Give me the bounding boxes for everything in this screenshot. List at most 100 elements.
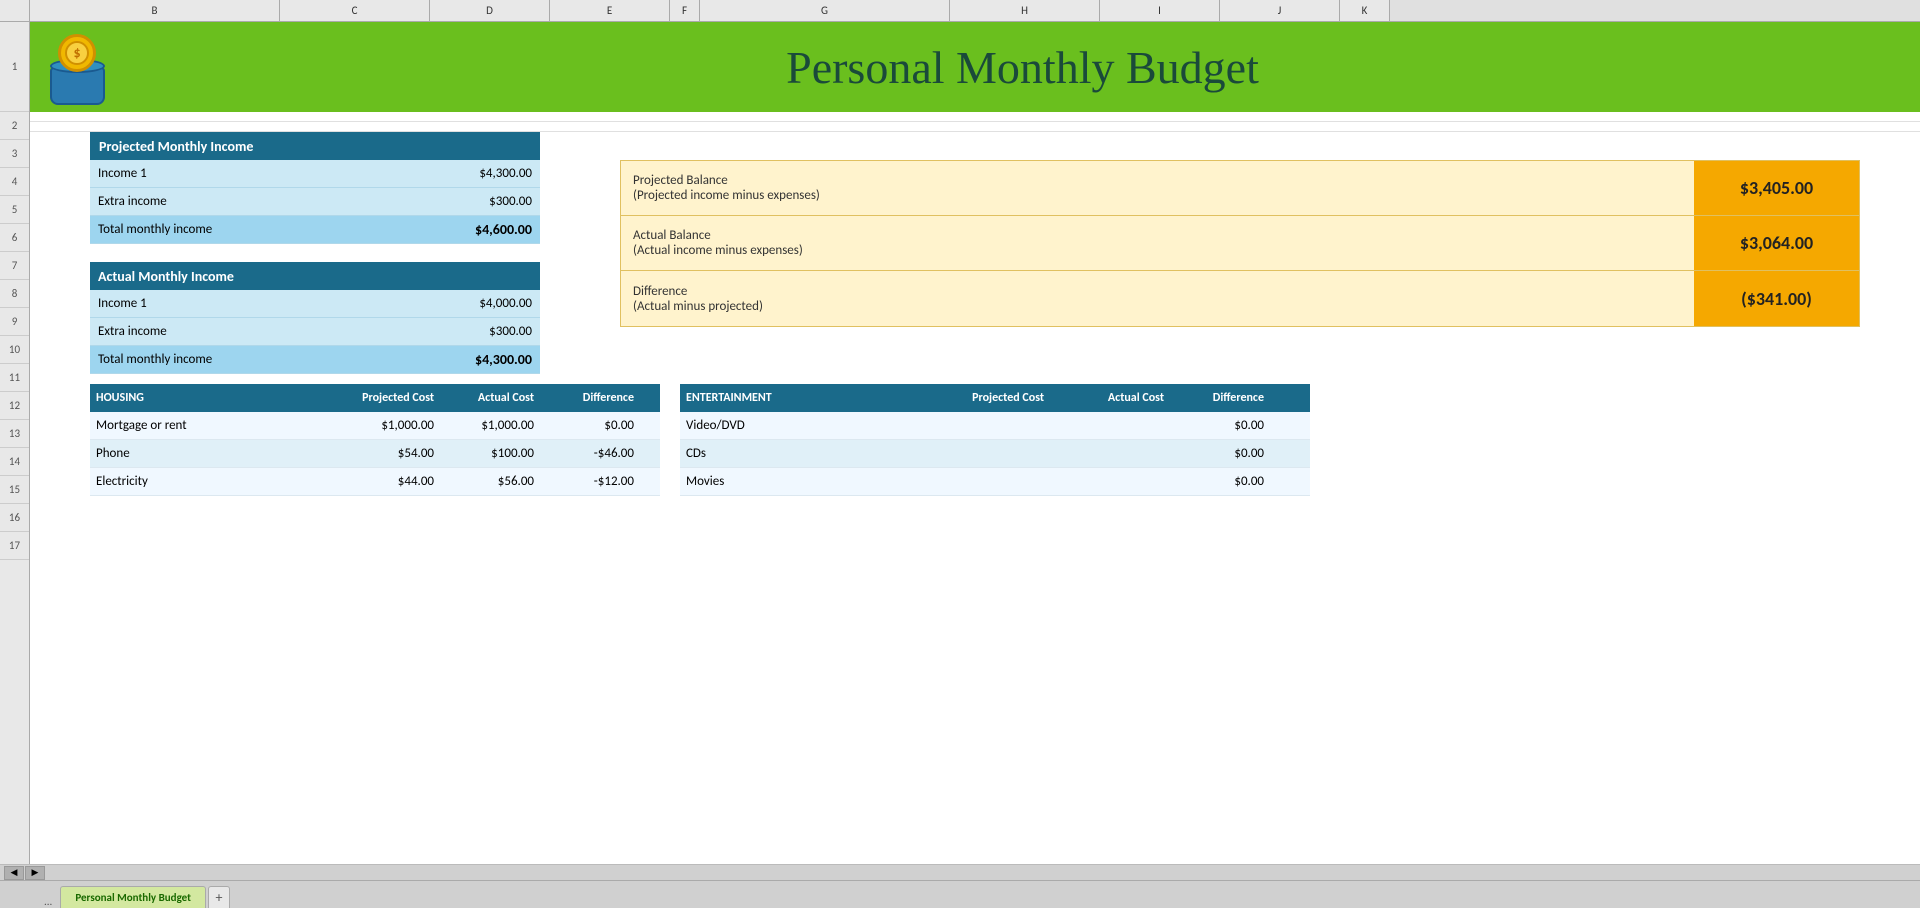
housing-label-0: Mortgage or rent xyxy=(90,412,330,439)
row-1: 1 xyxy=(0,22,29,112)
difference-label: Difference (Actual minus projected) xyxy=(621,271,1694,326)
housing-actual-2: $56.00 xyxy=(440,468,540,495)
entertainment-table: ENTERTAINMENT Projected Cost Actual Cost… xyxy=(680,384,1310,496)
ent-col-diff: Difference xyxy=(1170,384,1270,412)
act-extra-value: $300.00 xyxy=(410,318,540,345)
housing-row-1[interactable]: Phone $54.00 $100.00 -$46.00 xyxy=(90,440,660,468)
scroll-left-btn[interactable]: ◀ xyxy=(4,866,24,880)
actual-income-total-row[interactable]: Total monthly income $4,300.00 xyxy=(90,346,540,374)
actual-balance-label: Actual Balance (Actual income minus expe… xyxy=(621,216,1694,270)
projected-income-row-0[interactable]: Income 1 $4,300.00 xyxy=(90,160,540,188)
housing-diff-1: -$46.00 xyxy=(540,440,640,467)
housing-actual-1: $100.00 xyxy=(440,440,540,467)
housing-label-2: Electricity xyxy=(90,468,330,495)
col-header-f[interactable]: F xyxy=(670,0,700,21)
act-total-value: $4,300.00 xyxy=(410,346,540,373)
panel-gap xyxy=(540,132,620,374)
housing-proj-0: $1,000.00 xyxy=(330,412,440,439)
entertainment-title: ENTERTAINMENT xyxy=(680,384,920,412)
corner-cell xyxy=(0,0,30,21)
ent-actual-1 xyxy=(1050,440,1170,467)
row-17: 17 xyxy=(0,532,29,560)
actual-balance-value: $3,064.00 xyxy=(1694,216,1859,270)
row-11: 11 xyxy=(0,364,29,392)
col-header-g[interactable]: G xyxy=(700,0,950,21)
proj-extra-value: $300.00 xyxy=(410,188,540,215)
proj-income-1-value: $4,300.00 xyxy=(410,160,540,187)
col-header-k[interactable]: K xyxy=(1340,0,1390,21)
col-header-e[interactable]: E xyxy=(550,0,670,21)
housing-diff-0: $0.00 xyxy=(540,412,640,439)
act-income-1-value: $4,000.00 xyxy=(410,290,540,317)
ent-diff-2: $0.00 xyxy=(1170,468,1270,495)
coin-icon: $ xyxy=(40,30,115,105)
tab-personal-monthly-budget[interactable]: Personal Monthly Budget xyxy=(60,886,206,908)
tab-add-button[interactable]: + xyxy=(208,886,230,908)
row-5: 5 xyxy=(0,196,29,224)
spreadsheet: B C D E F G H I J K 1 2 3 4 5 6 7 8 9 10… xyxy=(0,0,1920,908)
row-15: 15 xyxy=(0,476,29,504)
proj-extra-label: Extra income xyxy=(90,188,410,215)
actual-income-row-1[interactable]: Extra income $300.00 xyxy=(90,318,540,346)
row-13: 13 xyxy=(0,420,29,448)
projected-income-total-row[interactable]: Total monthly income $4,600.00 xyxy=(90,216,540,244)
proj-income-1-label: Income 1 xyxy=(90,160,410,187)
housing-actual-0: $1,000.00 xyxy=(440,412,540,439)
projected-balance-value: $3,405.00 xyxy=(1694,161,1859,215)
actual-income-header: Actual Monthly Income xyxy=(90,262,540,290)
right-panel: Projected Balance (Projected income minu… xyxy=(620,160,1860,374)
row-numbers: 1 2 3 4 5 6 7 8 9 10 11 12 13 14 15 16 1… xyxy=(0,22,30,864)
col-header-b[interactable]: B xyxy=(30,0,280,21)
projected-income-row-1[interactable]: Extra income $300.00 xyxy=(90,188,540,216)
act-income-1-label: Income 1 xyxy=(90,290,410,317)
tab-bar: ... Personal Monthly Budget + xyxy=(0,880,1920,908)
housing-col-actual: Actual Cost xyxy=(440,384,540,412)
housing-proj-2: $44.00 xyxy=(330,468,440,495)
row-7: 7 xyxy=(0,252,29,280)
col-header-h[interactable]: H xyxy=(950,0,1100,21)
income-spacer xyxy=(90,244,540,262)
projected-income-section: Projected Monthly Income Income 1 $4,300… xyxy=(90,132,540,244)
housing-row-2[interactable]: Electricity $44.00 $56.00 -$12.00 xyxy=(90,468,660,496)
housing-label-1: Phone xyxy=(90,440,330,467)
housing-proj-1: $54.00 xyxy=(330,440,440,467)
ent-label-0: Video/DVD xyxy=(680,412,920,439)
tab-ellipsis[interactable]: ... xyxy=(40,895,56,908)
col-header-j[interactable]: J xyxy=(1220,0,1340,21)
col-header-d[interactable]: D xyxy=(430,0,550,21)
act-extra-label: Extra income xyxy=(90,318,410,345)
difference-row[interactable]: Difference (Actual minus projected) ($34… xyxy=(621,271,1859,326)
col-header-c[interactable]: C xyxy=(280,0,430,21)
row-3-spacer xyxy=(30,122,1920,132)
filler-area xyxy=(30,496,1920,864)
ent-row-1[interactable]: CDs $0.00 xyxy=(680,440,1310,468)
ent-actual-0 xyxy=(1050,412,1170,439)
row-12: 12 xyxy=(0,392,29,420)
main-panels: Projected Monthly Income Income 1 $4,300… xyxy=(30,132,1920,374)
housing-title: HOUSING xyxy=(90,384,330,412)
ent-row-0[interactable]: Video/DVD $0.00 xyxy=(680,412,1310,440)
housing-table: HOUSING Projected Cost Actual Cost Diffe… xyxy=(90,384,660,496)
entertainment-header-row: ENTERTAINMENT Projected Cost Actual Cost… xyxy=(680,384,1310,412)
ent-actual-2 xyxy=(1050,468,1170,495)
row-13-spacer xyxy=(30,374,1920,384)
row-1-header: $ Personal Monthly Budget xyxy=(30,22,1920,112)
proj-total-value: $4,600.00 xyxy=(410,216,540,243)
projected-income-header: Projected Monthly Income xyxy=(90,132,540,160)
housing-row-0[interactable]: Mortgage or rent $1,000.00 $1,000.00 $0.… xyxy=(90,412,660,440)
difference-value: ($341.00) xyxy=(1694,271,1859,326)
tables-row: HOUSING Projected Cost Actual Cost Diffe… xyxy=(30,384,1920,496)
projected-balance-row[interactable]: Projected Balance (Projected income minu… xyxy=(621,161,1859,216)
actual-balance-row[interactable]: Actual Balance (Actual income minus expe… xyxy=(621,216,1859,271)
content-area: $ Personal Monthly Budget xyxy=(30,22,1920,864)
col-header-i[interactable]: I xyxy=(1100,0,1220,21)
proj-total-label: Total monthly income xyxy=(90,216,410,243)
ent-proj-0 xyxy=(920,412,1050,439)
row-9: 9 xyxy=(0,308,29,336)
housing-col-proj: Projected Cost xyxy=(330,384,440,412)
housing-diff-2: -$12.00 xyxy=(540,468,640,495)
ent-row-2[interactable]: Movies $0.00 xyxy=(680,468,1310,496)
ent-col-actual: Actual Cost xyxy=(1050,384,1170,412)
actual-income-row-0[interactable]: Income 1 $4,000.00 xyxy=(90,290,540,318)
scroll-right-btn[interactable]: ▶ xyxy=(25,866,45,880)
